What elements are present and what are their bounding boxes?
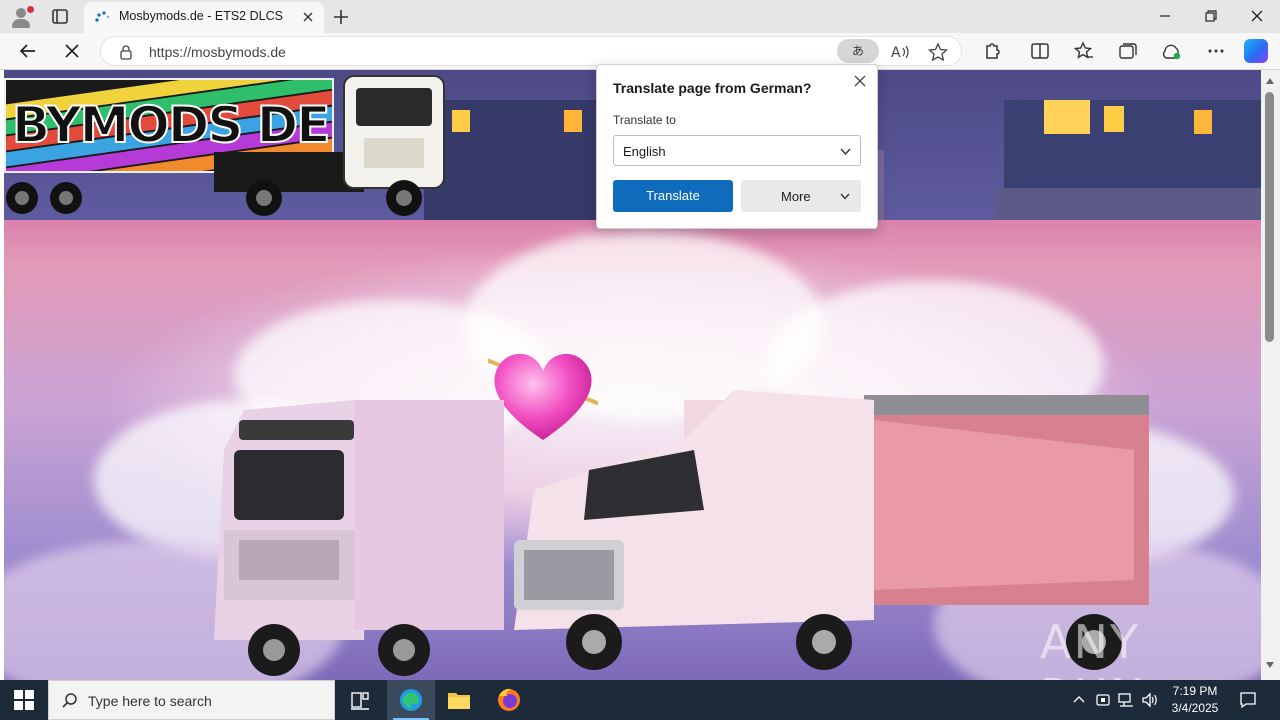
- edge-taskbar-button[interactable]: [387, 680, 435, 720]
- tab-close-icon[interactable]: [300, 9, 316, 25]
- browser-essentials-icon[interactable]: [1158, 38, 1186, 64]
- page-scrollbar[interactable]: [1261, 70, 1280, 681]
- edge-icon: [400, 689, 422, 711]
- profile-avatar-icon[interactable]: [8, 4, 34, 30]
- windows-start-icon[interactable]: [14, 690, 34, 710]
- tab-mosbymods[interactable]: Mosbymods.de - ETS2 DLCS: [84, 2, 324, 33]
- translate-to-label: Translate to: [613, 113, 676, 127]
- task-view-icon[interactable]: [336, 680, 384, 720]
- taskbar-search-box[interactable]: Type here to search: [48, 680, 335, 720]
- favorites-icon[interactable]: [1070, 38, 1098, 64]
- loading-favicon-icon: [95, 11, 110, 22]
- banner-truck-image: [214, 75, 445, 216]
- translate-page-icon[interactable]: あ: [837, 39, 879, 63]
- banner-wheels-image: [6, 182, 82, 214]
- firefox-icon[interactable]: [485, 680, 533, 720]
- read-aloud-icon[interactable]: A: [889, 42, 911, 62]
- translate-button[interactable]: Translate: [613, 180, 733, 212]
- url-text[interactable]: https://mosbymods.de: [149, 44, 286, 60]
- volume-icon[interactable]: [1141, 691, 1159, 709]
- lock-icon[interactable]: [119, 44, 133, 60]
- back-icon[interactable]: [14, 38, 42, 64]
- copilot-icon[interactable]: [1244, 39, 1268, 63]
- anyrun-watermark: ANY RUN: [1040, 615, 1144, 680]
- more-button[interactable]: More: [741, 180, 861, 212]
- translate-popup-title: Translate page from German?: [613, 80, 812, 96]
- tray-overflow-chevron-icon[interactable]: [1070, 691, 1088, 709]
- clock-date: 3/4/2025: [1171, 701, 1219, 715]
- popup-close-icon[interactable]: [853, 74, 867, 88]
- scrollbar-thumb[interactable]: [1265, 92, 1274, 342]
- chevron-down-icon: [840, 193, 850, 200]
- pink-volvo-truck-image: [214, 400, 504, 676]
- chevron-down-icon: [840, 148, 851, 156]
- stop-loading-icon[interactable]: [58, 38, 86, 64]
- notifications-icon[interactable]: [1238, 690, 1258, 710]
- split-screen-icon[interactable]: [1026, 38, 1054, 64]
- settings-more-icon[interactable]: [1202, 38, 1230, 64]
- new-tab-icon[interactable]: [330, 6, 352, 28]
- translate-popup: Translate page from German? Translate to…: [596, 64, 878, 229]
- clock-time: 7:19 PM: [1172, 684, 1218, 698]
- scroll-down-icon[interactable]: [1266, 662, 1274, 668]
- tab-actions-icon[interactable]: [46, 5, 74, 29]
- search-icon: [62, 693, 77, 708]
- tray-device-icon[interactable]: [1094, 691, 1112, 709]
- more-button-label: More: [781, 189, 811, 204]
- minimize-icon[interactable]: [1142, 0, 1188, 33]
- extensions-icon[interactable]: [978, 38, 1006, 64]
- system-clock[interactable]: 7:19 PM 3/4/2025: [1163, 683, 1227, 717]
- scroll-up-icon[interactable]: [1266, 78, 1274, 84]
- title-bar: Mosbymods.de - ETS2 DLCS: [0, 0, 1280, 33]
- selected-language: English: [623, 144, 666, 159]
- search-placeholder: Type here to search: [88, 693, 212, 709]
- restore-icon[interactable]: [1188, 0, 1234, 33]
- network-icon[interactable]: [1117, 691, 1135, 709]
- collections-icon[interactable]: [1114, 38, 1142, 64]
- language-select[interactable]: English: [613, 135, 861, 166]
- favorite-star-icon[interactable]: [927, 42, 949, 62]
- taskbar: Type here to search 7:19 PM 3/4/2025: [0, 680, 1280, 720]
- svg-text:A: A: [891, 45, 901, 61]
- address-bar[interactable]: https://mosbymods.de あ A: [100, 36, 962, 66]
- tab-title: Mosbymods.de - ETS2 DLCS: [119, 9, 283, 23]
- close-window-icon[interactable]: [1234, 0, 1280, 33]
- file-explorer-icon[interactable]: [435, 680, 483, 720]
